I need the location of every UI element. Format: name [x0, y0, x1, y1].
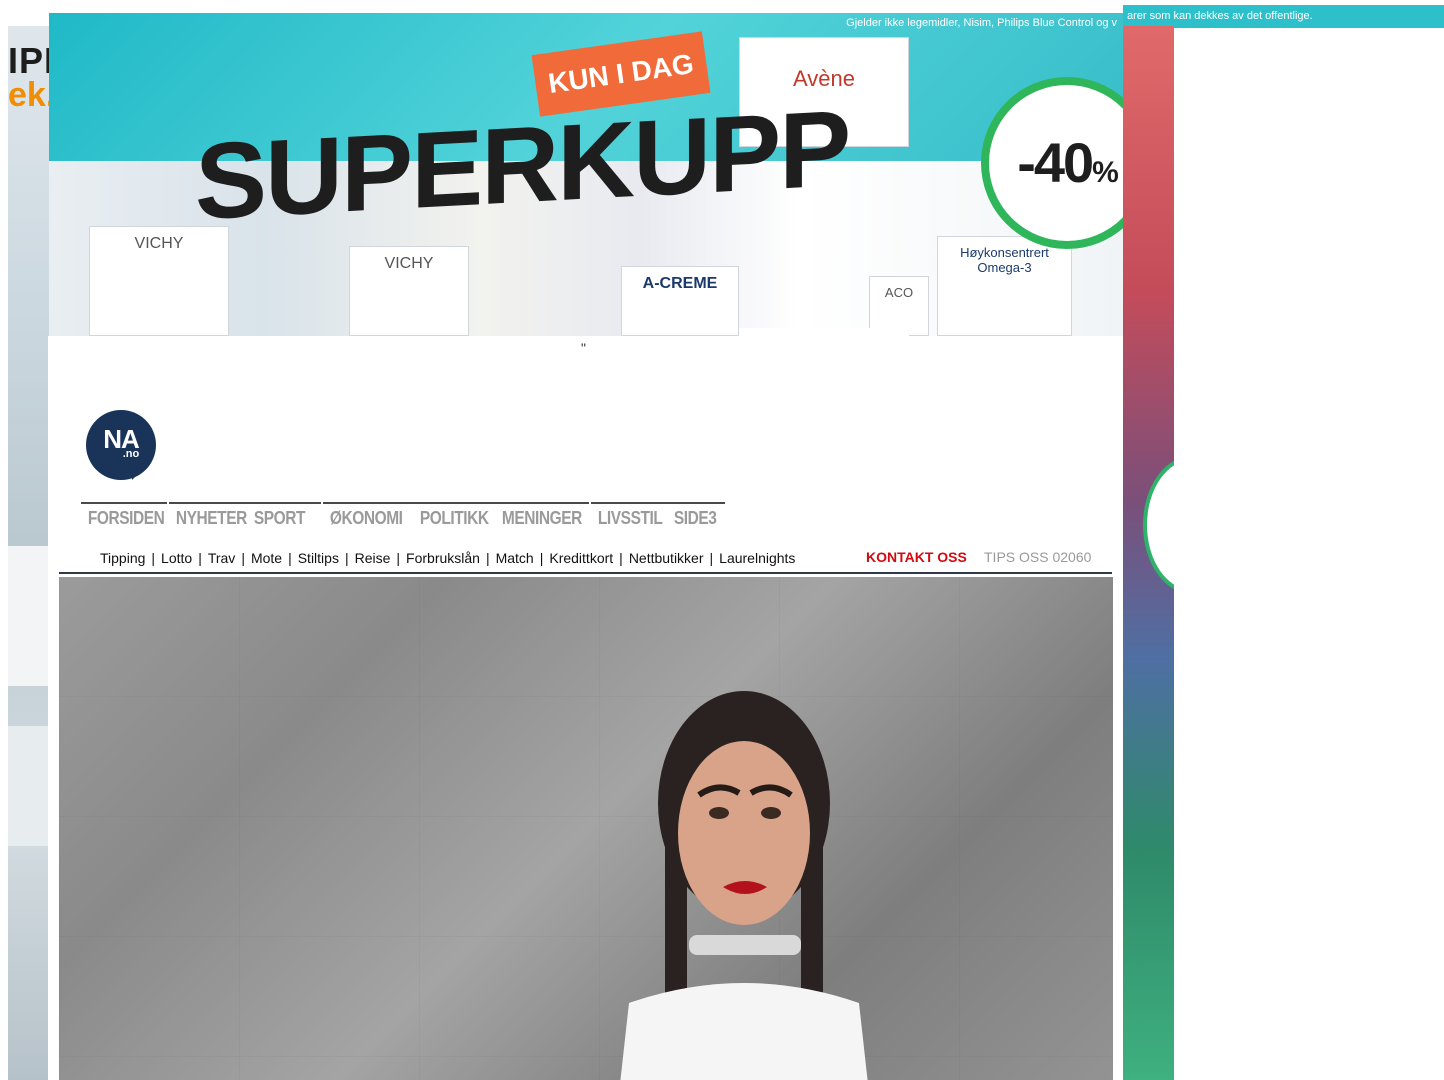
nav-forsiden[interactable]: FORSIDEN	[81, 504, 165, 530]
subnav-laurelnights[interactable]: Laurelnights	[719, 550, 795, 566]
stray-mark: "	[581, 340, 586, 356]
nav-nyheter[interactable]: NYHETER	[169, 504, 247, 530]
nav-group: ØKONOMI POLITIKK MENINGER	[323, 502, 589, 530]
subnav-nettbutikker[interactable]: Nettbutikker	[629, 550, 704, 566]
logo-text: NA	[103, 424, 140, 454]
product-vichy-1: VICHY	[89, 226, 229, 336]
product-aco: ACO	[869, 276, 929, 336]
subnav-match[interactable]: Match	[496, 550, 534, 566]
ad-discount-unit: %	[1092, 156, 1119, 189]
ad-skin-left[interactable]	[8, 26, 49, 1080]
ad-disclaimer: Gjelder ikke legemidler, Nisim, Philips …	[846, 17, 1117, 29]
nav-group: FORSIDEN	[81, 502, 167, 530]
subnav-trav[interactable]: Trav	[208, 550, 235, 566]
article-hero-image[interactable]	[59, 577, 1113, 1080]
ad-skin-right[interactable]	[1123, 26, 1174, 1080]
nav-livsstil[interactable]: LIVSSTIL	[591, 504, 663, 530]
nav-politikk[interactable]: POLITIKK	[413, 504, 489, 530]
nav-group: NYHETER SPORT	[169, 502, 321, 530]
subnav-forbrukslan[interactable]: Forbrukslån	[406, 550, 480, 566]
nav-divider	[59, 572, 1112, 574]
ad-banner[interactable]: Gjelder ikke legemidler, Nisim, Philips …	[49, 13, 1123, 336]
site-logo[interactable]: NA .no	[86, 410, 156, 480]
main-nav: FORSIDEN NYHETER SPORT ØKONOMI POLITIKK …	[81, 502, 725, 530]
ad-discount-value: -40	[1017, 131, 1094, 194]
subnav-kredittkort[interactable]: Kredittkort	[549, 550, 613, 566]
subnav-lotto[interactable]: Lotto	[161, 550, 192, 566]
tips-link[interactable]: TIPS OSS 02060	[984, 549, 1091, 565]
product-avene	[739, 328, 909, 336]
nav-group: LIVSSTIL SIDE3	[591, 502, 725, 530]
product-vichy-2: VICHY	[349, 246, 469, 336]
contact-link[interactable]: KONTAKT OSS	[866, 549, 967, 565]
subnav-stiltips[interactable]: Stiltips	[298, 550, 339, 566]
product-omega3: Høykonsentrert Omega-3	[937, 236, 1072, 336]
portrait-figure	[620, 691, 868, 1080]
nav-side3[interactable]: SIDE3	[667, 504, 717, 530]
subnav-reise[interactable]: Reise	[355, 550, 391, 566]
sub-nav: Tipping | Lotto | Trav | Mote | Stiltips | Reise | F…	[100, 550, 796, 566]
subnav-tipping[interactable]: Tipping	[100, 550, 145, 566]
nav-sport[interactable]: SPORT	[247, 504, 311, 530]
product-a-creme: A-CREME	[621, 266, 739, 336]
nav-okonomi[interactable]: ØKONOMI	[323, 504, 403, 530]
nav-meninger[interactable]: MENINGER	[495, 504, 582, 530]
news-page: " NA .no FORSIDEN NYHETER SPORT ØKONOMI …	[48, 336, 1123, 1080]
ad-disclaimer-strip[interactable]: arer som kan dekkes av det offentlige.	[1123, 5, 1444, 28]
subnav-mote[interactable]: Mote	[251, 550, 282, 566]
ad-discount-disc	[1143, 456, 1174, 594]
logo-tail	[132, 466, 146, 480]
